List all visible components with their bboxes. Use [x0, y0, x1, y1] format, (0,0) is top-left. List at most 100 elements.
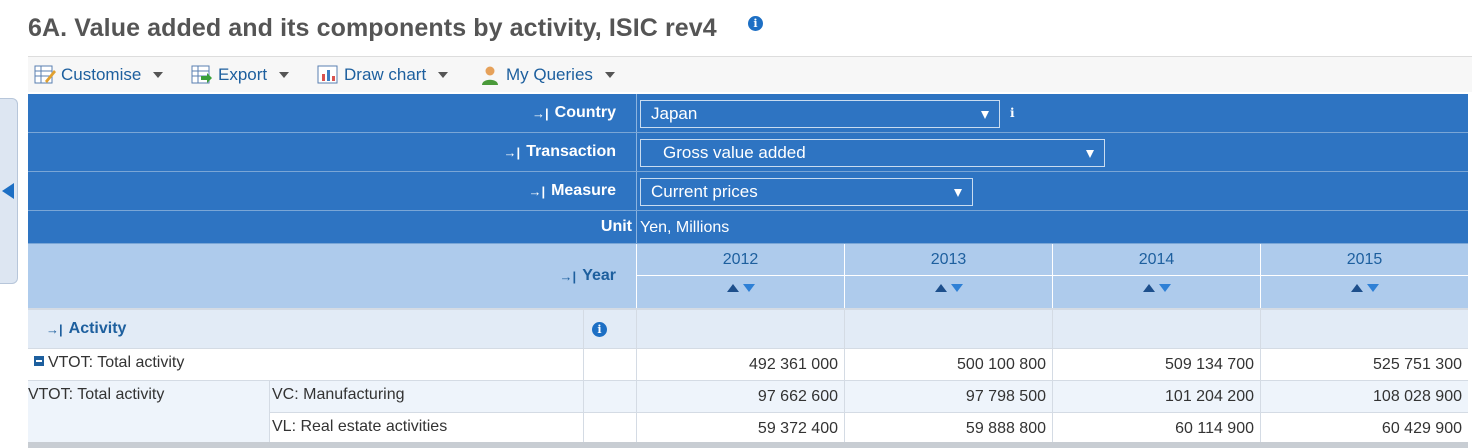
dropdown-arrow-icon	[1086, 150, 1094, 158]
dropdown-arrow-icon	[981, 111, 989, 119]
collapse-icon[interactable]	[34, 356, 44, 366]
customise-menu[interactable]: Customise	[34, 63, 164, 87]
chevron-down-icon	[438, 72, 449, 78]
year-column-2014: 2014	[1052, 244, 1260, 308]
pivot-icon[interactable]: →|	[504, 145, 521, 160]
activity-label: →| Activity	[46, 320, 127, 337]
customise-label: Customise	[61, 65, 142, 84]
my-queries-label: My Queries	[506, 65, 593, 84]
measure-filter-row: →| Measure Current prices	[28, 172, 1468, 211]
country-select[interactable]: Japan	[640, 100, 1000, 128]
divider	[636, 94, 637, 132]
divider	[636, 211, 637, 243]
sort-descending-icon[interactable]	[950, 284, 963, 292]
pivot-icon[interactable]: →|	[46, 322, 63, 337]
toolbar: Customise Export Draw chart My Queries	[28, 56, 1472, 92]
sort-descending-icon[interactable]	[742, 284, 755, 292]
arrow-left-icon	[2, 183, 14, 199]
transaction-label: →| Transaction	[503, 143, 616, 160]
measure-label: →| Measure	[528, 182, 616, 199]
table-cell: 500 100 800	[844, 349, 1052, 381]
divider	[583, 310, 584, 348]
table-cell: 97 662 600	[636, 381, 844, 413]
transaction-select[interactable]: Gross value added	[640, 139, 1105, 167]
pivot-icon[interactable]: →|	[532, 106, 549, 121]
unit-label: Unit	[600, 218, 632, 235]
divider	[1052, 310, 1053, 348]
year-column-2013: 2013	[844, 244, 1052, 308]
table-cell: 97 798 500	[844, 381, 1052, 413]
row-label: VC: Manufacturing	[272, 386, 405, 403]
divider	[583, 349, 584, 381]
year-column-2012: 2012	[636, 244, 844, 308]
country-info-icon[interactable]: i	[1010, 107, 1018, 119]
activity-header-row: →| Activity i	[28, 308, 1468, 348]
table-row: VL: Real estate activities 59 372 400 59…	[270, 412, 1468, 445]
table-cell: 525 751 300	[1260, 349, 1468, 381]
sort-ascending-icon[interactable]	[1142, 284, 1155, 292]
group-label: VTOT: Total activity	[28, 386, 165, 403]
dropdown-arrow-icon	[954, 189, 962, 197]
year-heading: 2012	[637, 244, 844, 276]
table-cell: 60 429 900	[1260, 413, 1468, 445]
table-cell: 59 372 400	[636, 413, 844, 445]
side-panel-toggle[interactable]	[0, 98, 18, 284]
user-icon	[479, 64, 501, 86]
table-cell: 509 134 700	[1052, 349, 1260, 381]
draw-chart-label: Draw chart	[344, 65, 427, 84]
year-label: →| Year	[559, 267, 616, 284]
info-icon[interactable]: i	[748, 16, 763, 31]
table-row: VTOT: Total activity 492 361 000 500 100…	[28, 348, 1468, 381]
sort-ascending-icon[interactable]	[1350, 284, 1363, 292]
chevron-down-icon	[279, 72, 290, 78]
divider	[636, 310, 637, 348]
chevron-down-icon	[604, 72, 615, 78]
pivot-icon[interactable]: →|	[560, 269, 577, 284]
divider	[636, 172, 637, 210]
table-cell: 492 361 000	[636, 349, 844, 381]
activity-info-icon[interactable]: i	[592, 322, 607, 337]
sort-controls	[637, 284, 844, 292]
my-queries-menu[interactable]: My Queries	[479, 63, 615, 87]
export-menu[interactable]: Export	[191, 63, 290, 87]
horizontal-scrollbar[interactable]	[28, 442, 1468, 448]
sort-descending-icon[interactable]	[1158, 284, 1171, 292]
table-cell: 59 888 800	[844, 413, 1052, 445]
divider	[583, 381, 584, 413]
table-row: VC: Manufacturing 97 662 600 97 798 500 …	[270, 380, 1468, 413]
table-cell: 101 204 200	[1052, 381, 1260, 413]
chevron-down-icon	[153, 72, 164, 78]
row-label: VTOT: Total activity	[28, 349, 184, 381]
page: 6A. Value added and its components by ac…	[0, 0, 1472, 448]
draw-chart-menu[interactable]: Draw chart	[317, 63, 449, 87]
sort-ascending-icon[interactable]	[934, 284, 947, 292]
sort-controls	[1261, 284, 1468, 292]
year-heading: 2013	[845, 244, 1052, 276]
divider	[583, 413, 584, 445]
sort-controls	[845, 284, 1052, 292]
export-label: Export	[218, 65, 268, 84]
unit-row: Unit Yen, Millions	[28, 211, 1468, 244]
row-label: VL: Real estate activities	[272, 418, 448, 435]
unit-value: Yen, Millions	[640, 219, 730, 236]
country-filter-row: →| Country Japan i	[28, 94, 1468, 133]
page-title: 6A. Value added and its components by ac…	[28, 14, 717, 42]
divider	[844, 310, 845, 348]
sort-ascending-icon[interactable]	[726, 284, 739, 292]
divider	[636, 133, 637, 171]
sort-descending-icon[interactable]	[1366, 284, 1379, 292]
chart-icon	[317, 64, 339, 86]
sort-controls	[1053, 284, 1260, 292]
year-column-2015: 2015	[1260, 244, 1468, 308]
customise-icon	[34, 64, 56, 86]
measure-select[interactable]: Current prices	[640, 178, 973, 206]
table-cell: 60 114 900	[1052, 413, 1260, 445]
group-cell: VTOT: Total activity	[28, 380, 270, 444]
divider	[1260, 310, 1261, 348]
export-icon	[191, 64, 213, 86]
transaction-filter-row: →| Transaction Gross value added	[28, 133, 1468, 172]
year-heading: 2014	[1053, 244, 1260, 276]
pivot-icon[interactable]: →|	[528, 184, 545, 199]
year-header-row: →| Year 2012 2013 2014 2015	[28, 244, 1468, 308]
table-cell: 108 028 900	[1260, 381, 1468, 413]
